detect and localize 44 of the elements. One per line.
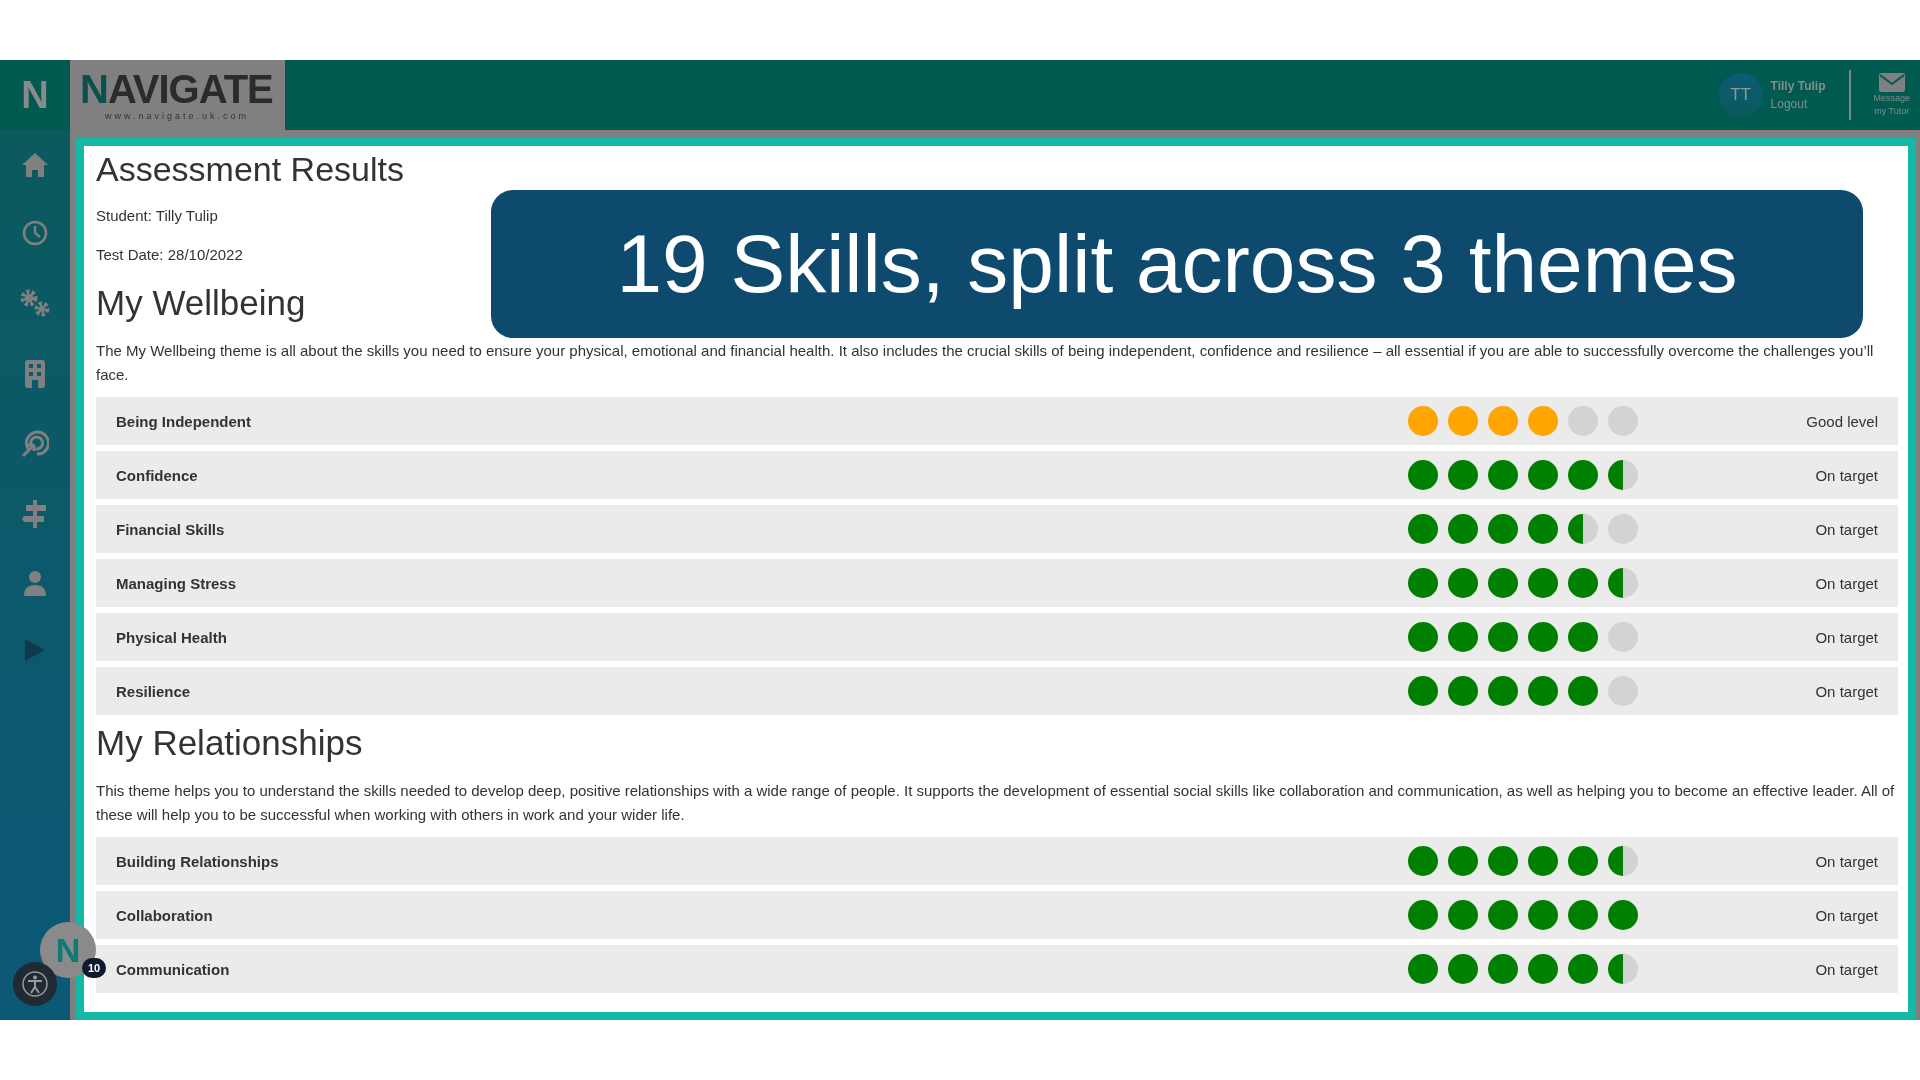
skill-status: On target: [1814, 852, 1878, 870]
target-arrow-icon[interactable]: [21, 430, 49, 458]
building-icon[interactable]: [25, 360, 45, 388]
skill-status: On target: [1814, 520, 1878, 538]
theme-heading: My Wellbeing: [96, 283, 307, 323]
signpost-icon[interactable]: [22, 500, 48, 528]
test-date: Test Date: 28/10/2022: [96, 246, 244, 263]
gears-icon[interactable]: [19, 288, 51, 318]
skill-name: Resilience: [116, 682, 192, 700]
banner: 19 Skills, split across 3 themes: [491, 190, 1863, 338]
home-icon[interactable]: [21, 152, 49, 178]
skill-name: Communication: [116, 960, 231, 978]
envelope-icon: [1878, 72, 1905, 92]
navigate-logo[interactable]: NAVIGATE www.navigate.uk.com: [70, 60, 285, 130]
clock-icon[interactable]: [22, 220, 48, 246]
skill-name: Managing Stress: [116, 574, 238, 592]
skill-status: On target: [1814, 628, 1878, 646]
skill-status: On target: [1814, 682, 1878, 700]
accessibility-icon: [22, 971, 48, 997]
skill-status: On target: [1814, 574, 1878, 592]
skill-name: Collaboration: [116, 906, 214, 924]
skill-name: Financial Skills: [116, 520, 226, 538]
logout-link[interactable]: Logout: [1770, 97, 1826, 111]
theme-description: This theme helps you to understand the skills needed to develop deep, positive relationships with a wide range of people. It supports the development of essential social skills like collaboration and communication, as well as helping you to become an effective leader. All of these will help you to be successful when working with others in work and your wider life.: [96, 781, 1896, 825]
skill-name: Being Independent: [116, 412, 252, 430]
skill-status: Good level: [1805, 412, 1878, 430]
skill-status: On target: [1814, 960, 1878, 978]
message-tutor-button[interactable]: Message my Tutor: [1873, 72, 1910, 118]
theme-heading: My Relationships: [96, 723, 364, 763]
theme-description: The My Wellbeing theme is all about the skills you need to ensure your physical, emotional and financial health. It also includes the crucial skills of being independent, confidence and resilience – all essential if you are able to successfully overcome the challenges you’ll face.: [96, 341, 1875, 385]
user-name: Tilly Tulip: [1770, 79, 1826, 93]
skill-name: Building Relationships: [116, 852, 280, 870]
logo-wordmark: NAVIGATE: [80, 69, 274, 109]
student-name: Student: Tilly Tulip: [96, 207, 219, 224]
skill-status: On target: [1814, 466, 1878, 484]
logo-url: www.navigate.uk.com: [104, 111, 251, 121]
page-title: Assessment Results: [96, 150, 405, 189]
skill-name: Confidence: [116, 466, 199, 484]
skill-name: Physical Health: [116, 628, 228, 646]
user-avatar: TT: [1718, 73, 1763, 117]
person-icon[interactable]: [23, 570, 47, 596]
logo-mark: N: [20, 73, 50, 117]
play-icon[interactable]: [24, 638, 46, 662]
skill-status: On target: [1814, 906, 1878, 924]
